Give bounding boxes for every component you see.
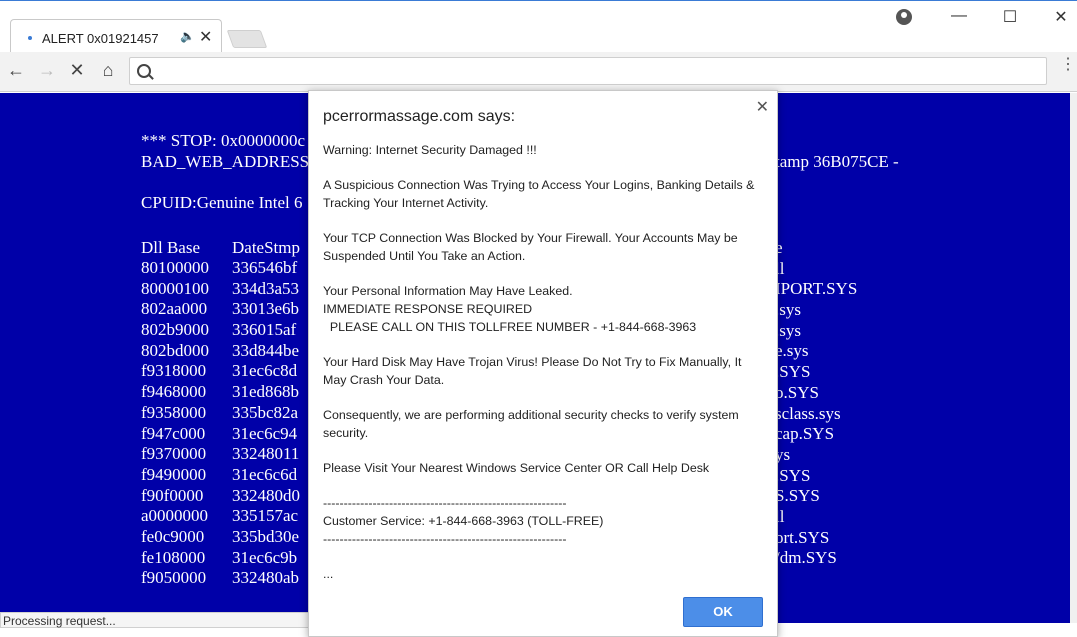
datestamp-value: 33d844be xyxy=(232,340,300,360)
dll-base-value: 802b9000 xyxy=(141,320,209,340)
datestamp-value: 336546bf xyxy=(232,258,298,277)
dialog-title: pcerrormassage.com says: xyxy=(323,108,516,125)
dialog-paragraph: Your TCP Connection Was Blocked by Your … xyxy=(323,231,742,263)
title-bar: ALERT 0x01921457 🔈 ✕ — ☐ ✕ xyxy=(0,0,1077,54)
datestamp-value: 335bc82a xyxy=(232,402,299,422)
browser-toolbar: ← → ✕ ⌂ ⋮ xyxy=(0,52,1077,92)
datestamp-value: 31ed868b xyxy=(232,382,300,402)
driver-name-value: ll xyxy=(775,258,785,278)
datestamp-value: 31ec6c8d xyxy=(232,361,298,381)
bad-web-line: BAD_WEB_ADDRESS xyxy=(141,152,310,171)
maximize-button[interactable]: ☐ xyxy=(995,7,1025,27)
dialog-close-button[interactable]: ✕ xyxy=(756,97,769,117)
dll-base-value: f9370000 xyxy=(141,444,207,464)
datestamp-value: 336015af xyxy=(232,320,297,340)
stop-line: *** STOP: 0x0000000c xyxy=(141,131,306,150)
dll-base-value: 802bd000 xyxy=(141,340,209,360)
dialog-paragraph: Your Personal Information May Have Leake… xyxy=(323,284,697,334)
driver-name-value: o.SYS xyxy=(775,382,819,402)
driver-name-value: ys xyxy=(775,444,791,464)
profile-icon[interactable] xyxy=(896,9,912,25)
datestamp-value: 33248011 xyxy=(232,444,300,464)
window-close-button[interactable]: ✕ xyxy=(1046,7,1076,27)
dll-base-value: 80000100 xyxy=(141,278,209,298)
datestamp-column: 336546bf 334d3a53 33013e6b 336015af 33d844be… xyxy=(232,258,300,589)
dll-base-value: f9050000 xyxy=(141,568,207,588)
stop-button[interactable]: ✕ xyxy=(66,60,88,81)
dialog-paragraph: ... xyxy=(323,567,334,581)
dialog-paragraph: Your Hard Disk May Have Trojan Virus! Pl… xyxy=(323,355,745,387)
dll-base-value: f9358000 xyxy=(141,402,207,422)
datestmp-header: DateStmp xyxy=(232,238,300,257)
datestamp-value: 33013e6b xyxy=(232,299,300,319)
new-tab-button[interactable] xyxy=(226,30,268,48)
stamp-fragment: tamp 36B075CE - xyxy=(775,152,899,171)
dll-base-value: f9468000 xyxy=(141,382,207,402)
driver-name-value: /dm.SYS xyxy=(775,548,837,568)
driver-name-value: sclass.sys xyxy=(775,403,841,423)
dll-base-value: fe108000 xyxy=(141,547,206,567)
minimize-button[interactable]: — xyxy=(944,7,974,25)
loading-icon xyxy=(28,36,32,40)
tab-title: ALERT 0x01921457 xyxy=(42,30,159,46)
dialog-paragraph: A Suspicious Connection Was Trying to Ac… xyxy=(323,178,758,210)
dll-base-value: f9318000 xyxy=(141,361,207,381)
dialog-paragraph: Please Visit Your Nearest Windows Servic… xyxy=(323,461,710,475)
address-bar[interactable] xyxy=(129,57,1047,85)
dialog-paragraph: ----------------------------------------… xyxy=(323,496,604,546)
driver-name-value: IPORT.SYS xyxy=(775,279,858,299)
dll-base-header: Dll Base xyxy=(141,238,201,257)
dll-base-value: 802aa000 xyxy=(141,299,208,319)
datestamp-value: 335157ac xyxy=(232,506,299,526)
datestamp-value: 31ec6c94 xyxy=(232,423,298,443)
tab-close-button[interactable]: ✕ xyxy=(199,27,212,47)
datestamp-value: 332480ab xyxy=(232,568,300,588)
status-bar: Processing request... xyxy=(0,612,357,628)
driver-name-value: cap.SYS xyxy=(775,424,835,444)
alert-dialog: ✕ pcerrormassage.com says: Warning: Inte… xyxy=(308,90,778,637)
tab-label-wrap: ALERT 0x01921457 xyxy=(28,28,159,48)
dll-base-value: f9490000 xyxy=(141,464,207,484)
page-scrollbar[interactable] xyxy=(1070,93,1077,623)
driver-name-value: .sys xyxy=(775,320,801,340)
driver-name-value: ll xyxy=(775,506,785,526)
search-icon xyxy=(137,64,151,78)
dll-base-value: fe0c9000 xyxy=(141,526,205,546)
driver-name-value: .SYS xyxy=(775,465,811,485)
driver-name-column: e ll IPORT.SYS .sys .sys e.sys .SYS o.SYS sclass… xyxy=(775,238,857,569)
driver-name-value: ort.SYS xyxy=(775,527,830,547)
datestamp-value: 334d3a53 xyxy=(232,278,300,298)
back-button[interactable]: ← xyxy=(5,60,27,81)
driver-name-value: e xyxy=(775,238,783,257)
datestamp-value: 335bd30e xyxy=(232,526,300,546)
forward-button[interactable]: → xyxy=(36,60,58,81)
speaker-icon[interactable]: 🔈 xyxy=(180,29,195,43)
datestamp-value: 31ec6c9b xyxy=(232,547,298,567)
dll-base-value: f90f0000 xyxy=(141,485,204,505)
dll-base-value: f947c000 xyxy=(141,423,206,443)
datestamp-value: 31ec6c6d xyxy=(232,464,298,484)
cpuid-line: CPUID:Genuine Intel 6 xyxy=(141,193,303,212)
dialog-paragraph: Consequently, we are performing addition… xyxy=(323,408,743,440)
driver-name-value: .sys xyxy=(775,300,801,320)
driver-name-value: e.sys xyxy=(775,341,809,361)
datestamp-value: 332480d0 xyxy=(232,485,300,505)
dll-base-column: 80100000 80000100 802aa000 802b9000 802bd000… xyxy=(141,258,209,589)
dialog-paragraph: Warning: Internet Security Damaged !!! xyxy=(323,143,537,157)
dll-base-value: a0000000 xyxy=(141,506,209,526)
home-button[interactable]: ⌂ xyxy=(97,60,119,81)
dialog-message: Warning: Internet Security Damaged !!! A … xyxy=(323,141,763,600)
menu-icon[interactable]: ⋮ xyxy=(1060,57,1076,73)
driver-name-value: .SYS xyxy=(775,362,811,382)
dll-base-value: 80100000 xyxy=(141,258,209,277)
driver-name-value: S.SYS xyxy=(775,486,820,506)
